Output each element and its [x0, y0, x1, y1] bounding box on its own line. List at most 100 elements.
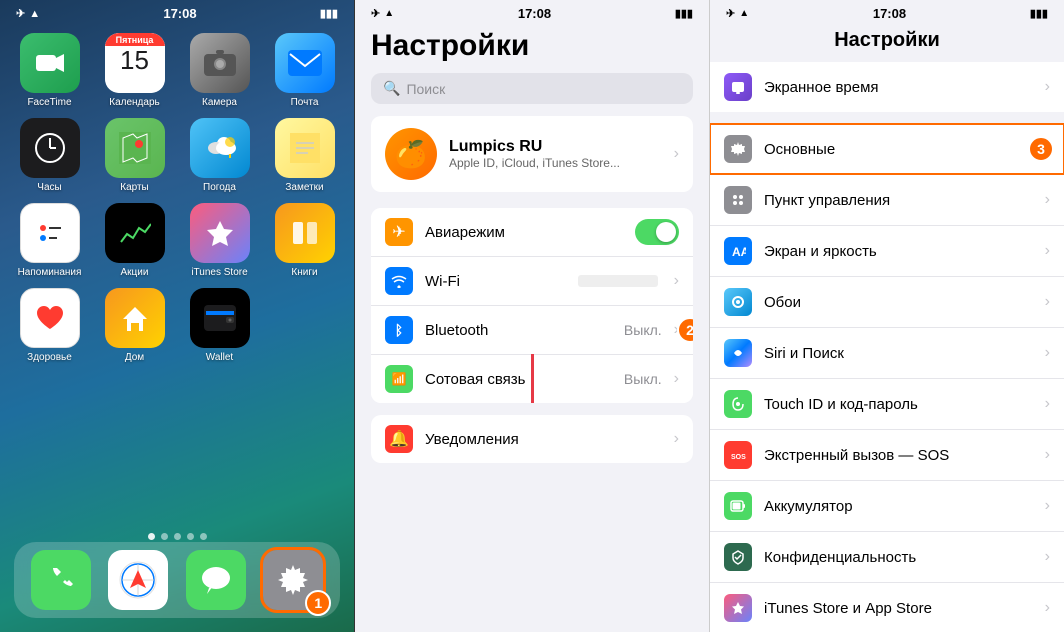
- row-general[interactable]: Основные › 3: [710, 124, 1064, 174]
- itunesappstore-icon: [724, 594, 752, 622]
- privacy-icon: [724, 543, 752, 571]
- settings-main-title: Настройки: [355, 25, 709, 73]
- wallpaper-icon: [724, 288, 752, 316]
- dock-messages[interactable]: [186, 550, 246, 610]
- sos-chevron: ›: [1045, 446, 1050, 464]
- battery-icon: [724, 492, 752, 520]
- airplane-row-icon: ✈: [385, 218, 413, 246]
- app-weather[interactable]: Погода: [182, 118, 257, 193]
- camera-icon: [190, 33, 250, 93]
- wallpaper-chevron: ›: [1045, 293, 1050, 311]
- cellular-label: Сотовая связь: [425, 371, 612, 388]
- stocks-label: Акции: [121, 267, 149, 278]
- row-itunesappstore[interactable]: iTunes Store и App Store ›: [710, 582, 1064, 632]
- bluetooth-row-icon: ᛒ: [385, 316, 413, 344]
- wallet-icon: [190, 288, 250, 348]
- app-books[interactable]: Книги: [267, 203, 342, 278]
- bluetooth-value: Выкл.: [624, 322, 662, 338]
- panel-settings-detail: ✈ ▲ 17:08 ▮▮▮ Настройки Экранное время ›: [710, 0, 1064, 632]
- app-stocks[interactable]: Акции: [97, 203, 172, 278]
- row-sos[interactable]: SOS Экстренный вызов — SOS ›: [710, 429, 1064, 480]
- row-wifi[interactable]: Wi-Fi ›: [371, 256, 693, 305]
- notifications-chevron: ›: [674, 430, 679, 448]
- sos-icon: SOS: [724, 441, 752, 469]
- step-2-badge: 2: [677, 317, 693, 343]
- airplane-icon-3: ✈: [726, 7, 735, 20]
- airplane-toggle[interactable]: [635, 219, 679, 245]
- notifications-card: 🔔 Уведомления ›: [371, 415, 693, 463]
- reminders-icon: [20, 203, 80, 263]
- screentime-chevron: ›: [1045, 78, 1050, 96]
- row-display[interactable]: AA Экран и яркость ›: [710, 225, 1064, 276]
- settings-detail-title: Настройки: [710, 25, 1064, 62]
- cellular-row-icon: 📶: [385, 365, 413, 393]
- app-clock[interactable]: Часы: [12, 118, 87, 193]
- mail-icon: [275, 33, 335, 93]
- siri-chevron: ›: [1045, 344, 1050, 362]
- step-3-badge: 3: [1028, 136, 1054, 162]
- status-left-3: ✈ ▲: [726, 7, 749, 20]
- dock-phone[interactable]: [31, 550, 91, 610]
- app-wallet[interactable]: Wallet: [182, 288, 257, 363]
- app-itunesstore[interactable]: iTunes Store: [182, 203, 257, 278]
- row-screentime[interactable]: Экранное время ›: [710, 62, 1064, 112]
- row-notifications[interactable]: 🔔 Уведомления ›: [371, 415, 693, 463]
- dot-5: [200, 533, 207, 540]
- time-1: 17:08: [163, 6, 196, 21]
- status-bar-1: ✈ ▲ 17:08 ▮▮▮: [0, 0, 354, 25]
- search-bar[interactable]: 🔍 Поиск: [371, 73, 693, 104]
- row-siri[interactable]: Siri и Поиск ›: [710, 327, 1064, 378]
- wifi-label: Wi-Fi: [425, 273, 566, 290]
- facetime-icon: [20, 33, 80, 93]
- touchid-chevron: ›: [1045, 395, 1050, 413]
- profile-card[interactable]: 🍊 Lumpics RU Apple ID, iCloud, iTunes St…: [371, 116, 693, 192]
- privacy-chevron: ›: [1045, 548, 1050, 566]
- row-bluetooth[interactable]: ᛒ Bluetooth Выкл. › 2: [371, 305, 693, 354]
- app-notes[interactable]: Заметки: [267, 118, 342, 193]
- app-home[interactable]: Дом: [97, 288, 172, 363]
- app-facetime[interactable]: FaceTime: [12, 33, 87, 108]
- itunesstore-label: iTunes Store: [191, 267, 247, 278]
- display-chevron: ›: [1045, 242, 1050, 260]
- row-controlcenter[interactable]: Пункт управления ›: [710, 174, 1064, 225]
- wifi-icon: ▲: [29, 8, 40, 20]
- row-battery[interactable]: Аккумулятор ›: [710, 480, 1064, 531]
- profile-avatar: 🍊: [385, 128, 437, 180]
- page-dots: [0, 533, 354, 540]
- touchid-label: Touch ID и код-пароль: [764, 396, 1033, 413]
- row-touchid[interactable]: Touch ID и код-пароль ›: [710, 378, 1064, 429]
- app-reminders[interactable]: Напоминания: [12, 203, 87, 278]
- home-grid: FaceTime Пятница 15 Календарь Камера Поч…: [0, 25, 354, 371]
- reminders-label: Напоминания: [18, 267, 82, 278]
- row-wallpaper[interactable]: Обои ›: [710, 276, 1064, 327]
- cellular-chevron: ›: [674, 370, 679, 388]
- row-airplane[interactable]: ✈ Авиарежим: [371, 208, 693, 256]
- dot-4: [187, 533, 194, 540]
- phone-icon: [31, 550, 91, 610]
- battery-chevron: ›: [1045, 497, 1050, 515]
- app-camera[interactable]: Камера: [182, 33, 257, 108]
- health-label: Здоровье: [27, 352, 72, 363]
- dot-1: [148, 533, 155, 540]
- calendar-label: Календарь: [109, 97, 159, 108]
- dock-settings[interactable]: 1: [263, 550, 323, 610]
- profile-row[interactable]: 🍊 Lumpics RU Apple ID, iCloud, iTunes St…: [371, 116, 693, 192]
- controlcenter-label: Пункт управления: [764, 192, 1033, 209]
- app-mail[interactable]: Почта: [267, 33, 342, 108]
- screentime-label: Экранное время: [764, 79, 1033, 96]
- weather-icon: [190, 118, 250, 178]
- dock-safari[interactable]: [108, 550, 168, 610]
- wallpaper-label: Обои: [764, 294, 1033, 311]
- app-health[interactable]: Здоровье: [12, 288, 87, 363]
- search-placeholder: Поиск: [406, 81, 445, 97]
- step-1-badge: 1: [305, 590, 331, 616]
- wifi-value: [578, 275, 658, 287]
- app-calendar[interactable]: Пятница 15 Календарь: [97, 33, 172, 108]
- row-privacy[interactable]: Конфиденциальность ›: [710, 531, 1064, 582]
- spacer-1: [710, 112, 1064, 124]
- app-maps[interactable]: Карты: [97, 118, 172, 193]
- display-label: Экран и яркость: [764, 243, 1033, 260]
- camera-label: Камера: [202, 97, 237, 108]
- privacy-label: Конфиденциальность: [764, 549, 1033, 566]
- calendar-date: 15: [120, 46, 149, 75]
